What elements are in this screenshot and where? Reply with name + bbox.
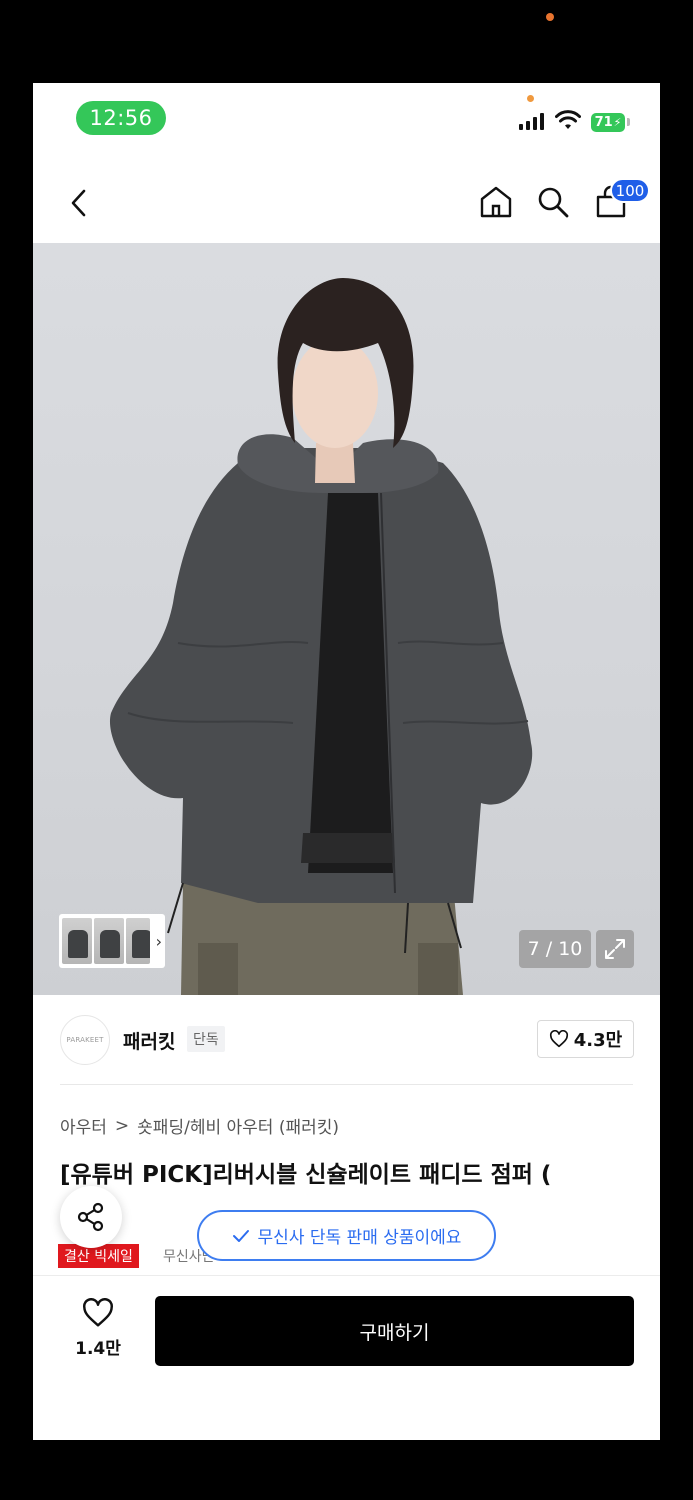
breadcrumb-item[interactable]: 아우터 — [60, 1113, 107, 1138]
back-button[interactable] — [61, 183, 97, 223]
thumbnail-strip[interactable]: › — [59, 914, 165, 968]
heart-icon — [549, 1030, 568, 1048]
divider — [60, 1084, 633, 1085]
expand-icon — [605, 939, 625, 959]
heart-icon — [83, 1298, 113, 1327]
signal-icon — [519, 113, 544, 130]
image-page-counter: 7 / 10 — [519, 930, 591, 968]
exclusive-badge: 단독 — [187, 1026, 225, 1052]
wishlist-button[interactable]: 1.4만 — [63, 1298, 133, 1368]
home-icon — [480, 186, 512, 218]
product-photo — [109, 278, 533, 995]
breadcrumb-separator: > — [114, 1115, 130, 1136]
search-icon — [538, 187, 569, 218]
check-icon — [232, 1229, 249, 1242]
home-button[interactable] — [476, 181, 516, 223]
nav-bar — [33, 161, 660, 243]
product-image-gallery[interactable]: › 7 / 10 — [33, 243, 660, 995]
thumbnail-image[interactable] — [62, 918, 92, 964]
breadcrumb: 아우터 > 숏패딩/헤비 아우터 (패러킷) — [60, 1113, 339, 1139]
cart-count-badge: 100 — [610, 178, 650, 203]
wishlist-count: 1.4만 — [75, 1339, 121, 1359]
status-bar: 12:56 71 ⚡ — [33, 83, 660, 155]
thumbnail-image[interactable] — [125, 918, 150, 964]
mic-indicator — [527, 95, 534, 102]
phone-screen: 12:56 71 ⚡ 100 › 7 / 10 PARAKEET 패러킷 단독 … — [33, 83, 660, 1440]
bottom-action-bar: 1.4만 구매하기 — [33, 1275, 660, 1440]
breadcrumb-item[interactable]: 숏패딩/헤비 아우터 (패러킷) — [137, 1113, 339, 1138]
brand-row: PARAKEET 패러킷 단독 4.3만 — [33, 995, 660, 1083]
battery-tip — [627, 118, 630, 126]
charging-bolt-icon: ⚡ — [613, 116, 622, 129]
status-time: 12:56 — [76, 101, 166, 135]
camera-indicator — [546, 13, 554, 21]
expand-image-button[interactable] — [596, 930, 634, 968]
chevron-right-icon: › — [155, 931, 163, 951]
chevron-left-icon — [71, 189, 86, 217]
sale-badge: 결산 빅세일 — [58, 1244, 139, 1268]
brand-like-button[interactable]: 4.3만 — [537, 1020, 634, 1058]
product-title: [유튜버 PICK]리버시블 신슐레이트 패디드 점퍼 ( — [60, 1162, 552, 1188]
wifi-icon — [555, 110, 581, 129]
brand-name[interactable]: 패러킷 — [123, 1027, 175, 1054]
battery-indicator: 71 ⚡ — [591, 113, 625, 132]
brand-like-count: 4.3만 — [573, 1030, 623, 1051]
exclusive-toast-text: 무신사 단독 판매 상품이에요 — [257, 1228, 462, 1248]
thumbnail-image[interactable] — [93, 918, 124, 964]
share-button[interactable] — [60, 1186, 122, 1248]
share-icon — [77, 1202, 104, 1232]
buy-button[interactable]: 구매하기 — [155, 1296, 634, 1366]
exclusive-toast: 무신사 단독 판매 상품이에요 — [197, 1210, 496, 1261]
brand-logo[interactable]: PARAKEET — [60, 1015, 110, 1065]
battery-level: 71 — [594, 115, 613, 130]
search-button[interactable] — [533, 181, 573, 223]
